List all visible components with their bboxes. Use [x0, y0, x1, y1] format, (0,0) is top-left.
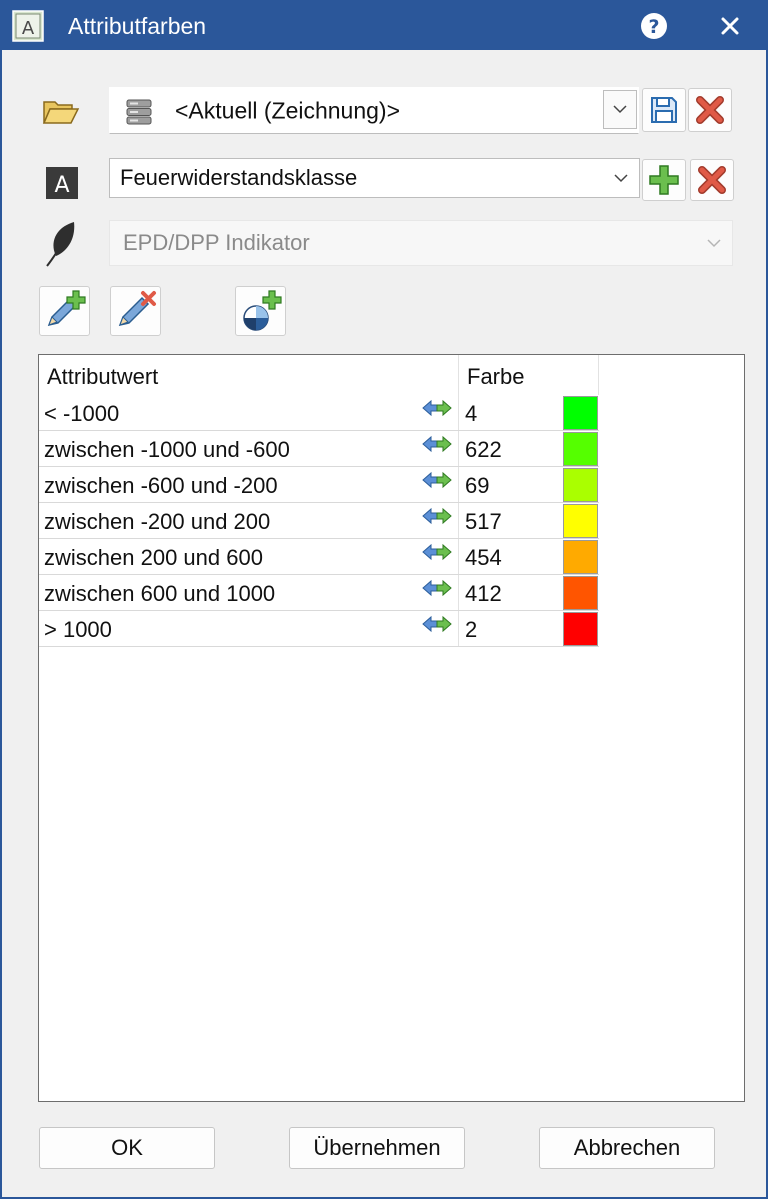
color-swatch[interactable]	[563, 576, 598, 610]
pencil-delete-icon	[118, 291, 156, 327]
swap-arrows-icon[interactable]	[421, 542, 453, 567]
attribute-icon: A	[46, 167, 78, 199]
attribute-value: Feuerwiderstandsklasse	[120, 165, 358, 190]
color-swatch[interactable]	[563, 612, 598, 646]
library-value: <Aktuell (Zeichnung)>	[175, 97, 401, 123]
save-library-button[interactable]	[642, 88, 686, 132]
indicator-dropdown: EPD/DPP Indikator	[109, 220, 733, 266]
help-icon[interactable]: ?	[638, 10, 670, 42]
color-swatch[interactable]	[563, 432, 598, 466]
cancel-button[interactable]: Abbrechen	[539, 1127, 715, 1169]
color-index-cell[interactable]: 4	[465, 401, 477, 427]
attribute-value-cell[interactable]: zwischen -600 und -200	[44, 473, 278, 499]
svg-text:?: ?	[648, 16, 659, 38]
dialog-body: <Aktuell (Zeichnung)> A Feuerwiderstands…	[2, 50, 766, 1197]
window-title: Attributfarben	[68, 13, 207, 39]
delete-attribute-button[interactable]	[690, 159, 734, 201]
table-row[interactable]: zwischen 600 und 1000 412	[39, 575, 599, 611]
swap-arrows-icon[interactable]	[421, 614, 453, 639]
chevron-down-icon	[614, 173, 628, 182]
color-index-cell[interactable]: 69	[465, 473, 489, 499]
attribute-value-cell[interactable]: zwischen -1000 und -600	[44, 437, 290, 463]
column-header-color[interactable]: Farbe	[459, 355, 599, 395]
attribute-value-cell[interactable]: < -1000	[44, 401, 119, 427]
delete-icon	[698, 166, 726, 194]
plus-icon	[649, 165, 679, 195]
close-button[interactable]	[710, 8, 750, 44]
delete-icon	[696, 96, 724, 124]
add-value-button[interactable]	[39, 286, 90, 336]
add-attribute-button[interactable]	[642, 159, 686, 201]
table-row[interactable]: zwischen -200 und 200 517	[39, 503, 599, 539]
swap-arrows-icon[interactable]	[421, 506, 453, 531]
attribute-dropdown-arrow[interactable]	[603, 159, 639, 197]
attribute-colors-dialog: A Attributfarben ? <Aktuell (Zeichnung)>…	[0, 0, 768, 1199]
attribute-value-cell[interactable]: zwischen -200 und 200	[44, 509, 270, 535]
table-row[interactable]: > 1000 2	[39, 611, 599, 647]
column-divider	[598, 355, 599, 395]
color-index-cell[interactable]: 454	[465, 545, 502, 571]
svg-text:A: A	[54, 173, 69, 198]
chevron-down-icon	[613, 105, 627, 114]
delete-library-button[interactable]	[688, 88, 732, 132]
swap-arrows-icon[interactable]	[421, 578, 453, 603]
chevron-down-icon	[707, 238, 721, 247]
attribute-value-cell[interactable]: > 1000	[44, 617, 112, 643]
color-index-cell[interactable]: 412	[465, 581, 502, 607]
table-row[interactable]: zwischen -600 und -200 69	[39, 467, 599, 503]
database-icon	[126, 99, 152, 125]
table-row[interactable]: zwischen -1000 und -600 622	[39, 431, 599, 467]
table-row[interactable]: < -1000 4	[39, 395, 599, 431]
title-bar: A Attributfarben ?	[2, 0, 766, 50]
close-icon	[721, 17, 739, 35]
attribute-value-cell[interactable]: zwischen 200 und 600	[44, 545, 263, 571]
column-header-attribute-value[interactable]: Attributwert	[39, 355, 459, 395]
folder-open-icon	[42, 101, 80, 124]
color-swatch[interactable]	[563, 468, 598, 502]
leaf-icon	[46, 222, 75, 267]
attribute-color-table: Attributwert Farbe < -1000 4 zwischen -100…	[38, 354, 745, 1102]
swap-arrows-icon[interactable]	[421, 434, 453, 459]
swap-arrows-icon[interactable]	[421, 398, 453, 423]
color-index-cell[interactable]: 2	[465, 617, 477, 643]
delete-value-button[interactable]	[110, 286, 161, 336]
attribute-dropdown[interactable]: Feuerwiderstandsklasse	[109, 158, 640, 198]
apply-button[interactable]: Übernehmen	[289, 1127, 465, 1169]
table-row[interactable]: zwischen 200 und 600 454	[39, 539, 599, 575]
color-swatch[interactable]	[563, 396, 598, 430]
library-dropdown[interactable]: <Aktuell (Zeichnung)>	[109, 87, 639, 134]
pie-chart-add-icon	[242, 290, 282, 331]
attribute-value-cell[interactable]: zwischen 600 und 1000	[44, 581, 275, 607]
color-index-cell[interactable]: 622	[465, 437, 502, 463]
color-swatch[interactable]	[563, 504, 598, 538]
attribute-app-icon: A	[12, 10, 44, 42]
color-index-cell[interactable]: 517	[465, 509, 502, 535]
save-icon	[651, 97, 677, 123]
indicator-value: EPD/DPP Indikator	[123, 230, 310, 255]
svg-text:A: A	[22, 18, 35, 39]
color-swatch[interactable]	[563, 540, 598, 574]
add-color-scheme-button[interactable]	[235, 286, 286, 336]
swap-arrows-icon[interactable]	[421, 470, 453, 495]
library-dropdown-arrow[interactable]	[603, 90, 637, 129]
indicator-dropdown-arrow	[696, 221, 732, 265]
pencil-add-icon	[47, 290, 86, 327]
ok-button[interactable]: OK	[39, 1127, 215, 1169]
